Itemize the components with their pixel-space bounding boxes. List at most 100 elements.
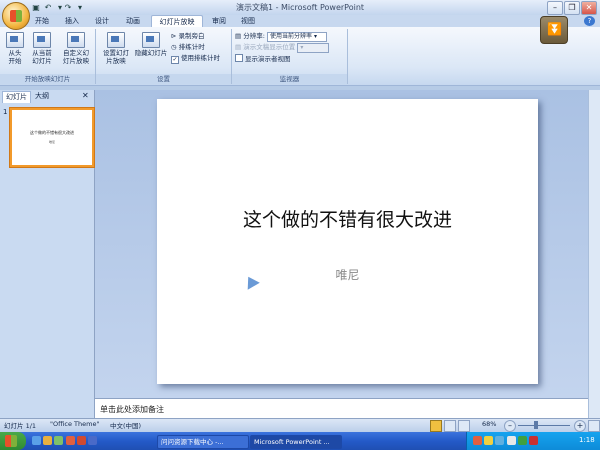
custom-show-button[interactable]: 自定义幻 灯片放映	[59, 32, 93, 65]
slide-subtitle[interactable]: 唯尼	[157, 266, 538, 283]
record-narration-button[interactable]: ⊳ 录制旁白	[171, 32, 205, 41]
slideshow-view-icon[interactable]	[458, 420, 470, 432]
help-badge[interactable]: ⏬	[540, 16, 568, 44]
taskbar-item-browser[interactable]: 问问资源下载中心 -...	[157, 435, 249, 449]
system-tray: 1:18	[466, 432, 600, 450]
office-button[interactable]	[2, 2, 30, 30]
group-label: 监视器	[232, 74, 347, 84]
zoom-level: 68%	[482, 420, 497, 428]
tab-slide-show[interactable]: 幻灯片放映	[151, 15, 203, 27]
tab-slides[interactable]: 幻灯片	[2, 91, 31, 103]
resolution-value: 使用当前分辨率	[270, 33, 313, 40]
from-beginning-label-1: 从头	[8, 49, 22, 57]
group-label: 开始放映幻灯片	[0, 74, 95, 84]
notes-scrollbar[interactable]	[588, 398, 600, 418]
tray-chinese-icon[interactable]	[484, 436, 494, 445]
rehearse-timings-button[interactable]: ◷ 排练计时	[171, 43, 205, 52]
zoom-slider-thumb[interactable]	[534, 421, 538, 429]
maximize-button[interactable]: ❐	[564, 1, 580, 15]
zoom-slider[interactable]	[518, 425, 570, 426]
resolution-select[interactable]: 使用当前分辨率 ▾	[267, 32, 328, 42]
slide-number: 1	[3, 108, 8, 116]
thumb-subtitle: 唯尼	[48, 140, 55, 144]
from-current-label-1: 从当前	[32, 49, 52, 57]
slide-sorter-icon[interactable]	[444, 420, 456, 432]
use-timings-label: 使用排练计时	[181, 54, 220, 62]
window-title: 演示文稿1 - Microsoft PowerPoint	[235, 3, 365, 12]
folder-icon[interactable]	[43, 436, 53, 445]
tray-antivirus-icon[interactable]	[529, 436, 539, 445]
desktop-icon[interactable]	[54, 436, 64, 445]
slide-canvas[interactable]: 这个做的不错有很大改进 唯尼	[157, 99, 538, 384]
slide-count: 幻灯片 1/1	[4, 422, 37, 430]
help-icon[interactable]: ?	[584, 16, 595, 26]
setup-show-button[interactable]: 设置幻灯 片放映	[100, 32, 132, 65]
setup-show-icon	[107, 32, 125, 48]
presenter-view-label: 显示演示者视图	[245, 55, 291, 63]
taskbar-item-powerpoint[interactable]: Microsoft PowerPoint ...	[250, 435, 342, 449]
slide-title[interactable]: 这个做的不错有很大改进	[157, 205, 538, 232]
monitor-icon: ▤	[235, 32, 242, 40]
ie-icon[interactable]	[32, 436, 41, 445]
thumb-title: 这个做的不错有很大改进	[30, 130, 74, 135]
record-narration-label: 录制旁白	[178, 32, 205, 40]
tray-network-icon[interactable]	[495, 436, 505, 445]
microphone-icon: ⊳	[171, 32, 177, 40]
custom-show-label-2: 灯片放映	[63, 57, 89, 65]
office-logo-icon	[10, 10, 22, 22]
close-button[interactable]: ✕	[581, 1, 597, 15]
tab-review[interactable]: 审阅	[207, 15, 231, 27]
use-timings-checkbox[interactable]: ✓ 使用排练计时	[171, 54, 220, 64]
tray-security-icon[interactable]	[517, 436, 527, 445]
tab-home[interactable]: 开始	[30, 15, 54, 27]
group-monitors: ▤ 分辨率: 使用当前分辨率 ▾ ▤ 演示文稿显示位置 ▾ 显示演示者视图 监视…	[232, 29, 348, 84]
show-on-select[interactable]: ▾	[297, 43, 330, 53]
language: 中文(中国)	[110, 422, 142, 430]
monitor-icon: ▤	[235, 43, 242, 51]
timer-icon: ◷	[171, 43, 177, 51]
tray-app-icon[interactable]	[473, 436, 482, 445]
fit-to-window-icon[interactable]	[588, 420, 600, 432]
tray-volume-icon[interactable]	[506, 436, 516, 445]
slideshow-icon	[6, 32, 24, 48]
setup-show-label-1: 设置幻灯	[103, 49, 129, 57]
zoom-in-icon[interactable]: +	[574, 420, 586, 432]
zoom-out-icon[interactable]: –	[504, 420, 516, 432]
chevron-down-icon: ⏬	[547, 22, 562, 36]
clock: 1:18	[579, 436, 595, 444]
notes-pane[interactable]: 单击此处添加备注	[95, 398, 588, 419]
group-label: 设置	[96, 74, 231, 84]
from-current-label-2: 幻灯片	[32, 57, 52, 65]
group-setup: 设置幻灯 片放映 隐藏幻灯片 ⊳ 录制旁白 ◷ 排练计时 ✓ 使用排练计时 设置	[96, 29, 232, 84]
custom-show-label-1: 自定义幻	[63, 49, 89, 57]
word-icon[interactable]	[88, 436, 98, 445]
from-beginning-label-2: 开始	[8, 57, 22, 65]
hide-slide-button[interactable]: 隐藏幻灯片	[133, 32, 169, 57]
resolution-label: 分辨率:	[243, 32, 265, 40]
vertical-scrollbar[interactable]	[588, 90, 600, 398]
app-icon[interactable]	[65, 436, 75, 445]
resolution-row: ▤ 分辨率: 使用当前分辨率 ▾	[235, 32, 328, 42]
slideshow-current-icon	[33, 32, 51, 48]
show-on-row: ▤ 演示文稿显示位置 ▾	[235, 43, 330, 53]
ppt-icon[interactable]	[76, 436, 86, 445]
tab-view[interactable]: 视图	[236, 15, 260, 27]
notes-placeholder: 单击此处添加备注	[100, 405, 164, 414]
normal-view-icon[interactable]	[430, 420, 442, 432]
checkbox-checked-icon: ✓	[171, 56, 179, 64]
quicklaunch	[32, 436, 98, 445]
presenter-view-checkbox[interactable]: 显示演示者视图	[235, 54, 291, 63]
from-current-button[interactable]: 从当前 幻灯片	[29, 32, 55, 65]
minimize-button[interactable]: –	[547, 1, 563, 15]
hide-slide-icon	[142, 32, 160, 48]
close-pane-icon[interactable]: ✕	[82, 91, 89, 100]
theme-name: "Office Theme"	[50, 420, 100, 428]
tab-outline[interactable]: 大纲	[32, 91, 52, 102]
slide-thumbnail[interactable]: 这个做的不错有很大改进 唯尼	[10, 108, 94, 167]
tab-insert[interactable]: 插入	[60, 15, 84, 27]
from-beginning-button[interactable]: 从头 开始	[3, 32, 27, 65]
tab-animations[interactable]: 动画	[121, 15, 145, 27]
tab-design[interactable]: 设计	[90, 15, 114, 27]
start-button[interactable]	[0, 432, 26, 450]
windows-logo-icon	[5, 435, 17, 447]
